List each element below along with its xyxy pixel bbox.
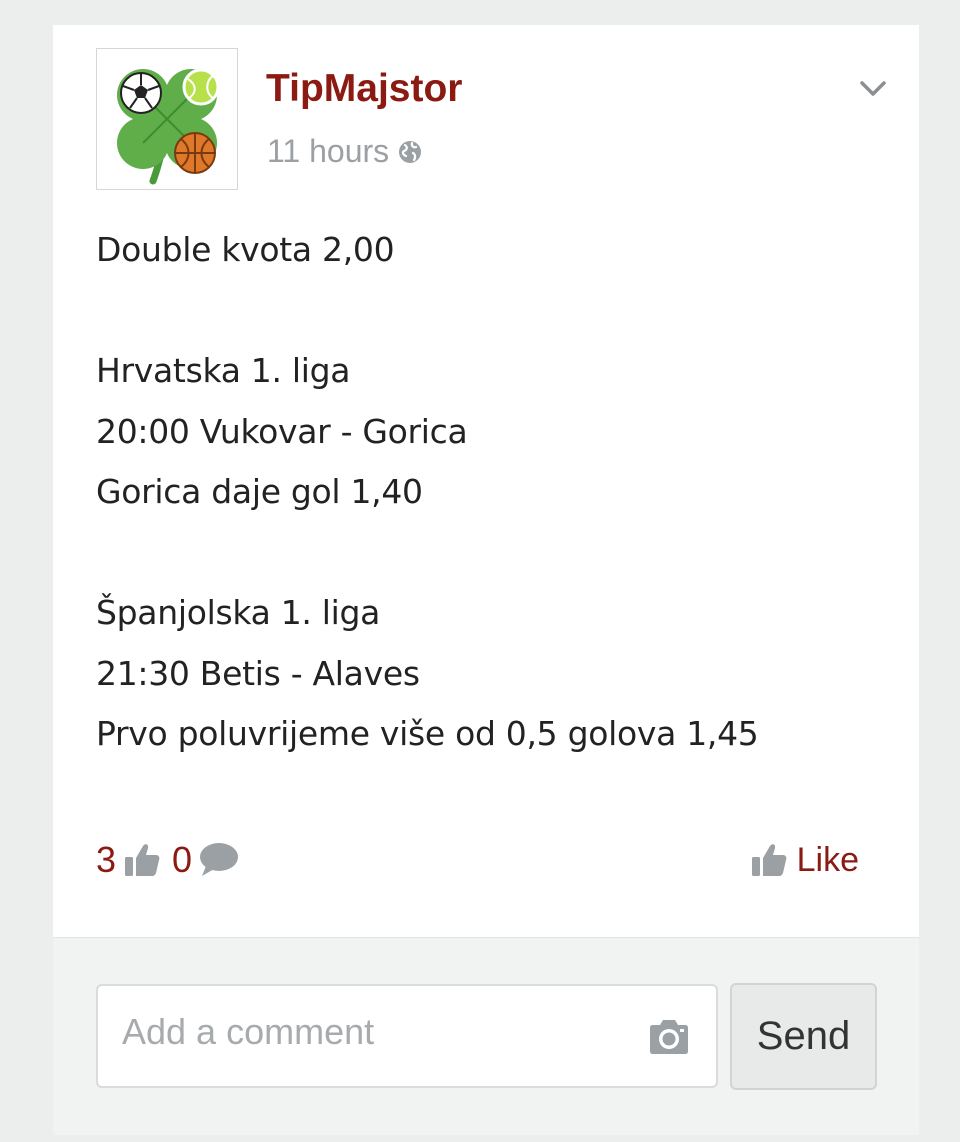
comment-box — [96, 984, 718, 1088]
like-label: Like — [796, 841, 859, 879]
thumbs-up-icon — [125, 844, 160, 876]
post-body-line: Gorica daje gol 1,40 — [96, 472, 423, 511]
post-body-line: Double kvota 2,00 — [96, 230, 395, 269]
post-body-line: 20:00 Vukovar - Gorica — [96, 411, 468, 451]
post-body-line: Hrvatska 1. liga — [96, 351, 351, 390]
post-timestamp[interactable]: 11 hours — [267, 133, 389, 170]
post-body-blank-line — [96, 281, 896, 342]
post-body-line: 21:30 Betis - Alaves — [96, 653, 420, 693]
camera-icon — [650, 1020, 688, 1054]
attach-photo-button[interactable] — [646, 1018, 692, 1056]
speech-bubble-icon — [200, 843, 239, 876]
post-body: Double kvota 2,00 Hrvatska 1. liga 20:00… — [96, 220, 896, 765]
chevron-down-icon — [860, 81, 886, 96]
globe-icon — [399, 140, 422, 163]
post-body-line: Prvo poluvrijeme više od 0,5 golova 1,45 — [96, 714, 759, 753]
post-meta: 11 hours — [267, 133, 423, 170]
post-body-blank-line — [96, 523, 896, 584]
four-leaf-clover-icon — [117, 68, 220, 185]
like-button[interactable]: Like — [749, 840, 859, 880]
comment-count[interactable]: 0 — [172, 842, 192, 878]
comment-section: Send — [53, 937, 919, 1135]
author-name[interactable]: TipMajstor — [266, 67, 462, 111]
thumbs-up-icon — [751, 844, 786, 876]
post-card: TipMajstor 11 hours Double kvota 2,00 Hr… — [53, 25, 919, 1135]
post-menu-button[interactable] — [856, 74, 890, 102]
comment-input[interactable] — [122, 1010, 622, 1054]
send-button[interactable]: Send — [730, 983, 877, 1090]
avatar[interactable] — [96, 48, 238, 190]
post-stats: 3 0 — [96, 840, 240, 880]
like-count[interactable]: 3 — [96, 842, 116, 878]
post-body-line: Španjolska 1. liga — [96, 593, 381, 632]
